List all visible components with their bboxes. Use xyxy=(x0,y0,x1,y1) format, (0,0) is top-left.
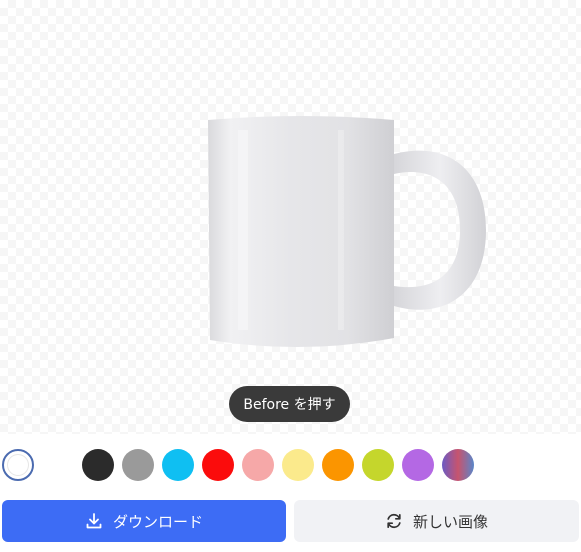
selected-swatch-inner xyxy=(7,454,29,476)
color-swatch-sky-blue[interactable] xyxy=(162,449,194,481)
color-swatch-gray[interactable] xyxy=(122,449,154,481)
color-swatch-white[interactable] xyxy=(2,449,34,481)
color-swatch-purple[interactable] xyxy=(402,449,434,481)
color-swatch-black[interactable] xyxy=(82,449,114,481)
color-swatch-lime[interactable] xyxy=(362,449,394,481)
refresh-icon xyxy=(387,513,401,529)
color-swatch-orange[interactable] xyxy=(322,449,354,481)
color-swatch-row xyxy=(0,447,581,483)
download-button[interactable]: ダウンロード xyxy=(2,500,286,542)
color-swatch-light-yellow[interactable] xyxy=(282,449,314,481)
color-swatch-gradient[interactable] xyxy=(442,449,474,481)
color-swatch-pink[interactable] xyxy=(242,449,274,481)
download-label: ダウンロード xyxy=(112,512,203,531)
before-compare-button[interactable]: Before を押す xyxy=(229,386,350,422)
download-icon xyxy=(86,513,102,529)
image-preview-canvas: Before を押す xyxy=(0,0,581,434)
color-swatch-red[interactable] xyxy=(202,449,234,481)
mug-image xyxy=(208,116,486,348)
new-image-label: 新しい画像 xyxy=(412,512,488,531)
new-image-button[interactable]: 新しい画像 xyxy=(294,500,579,542)
